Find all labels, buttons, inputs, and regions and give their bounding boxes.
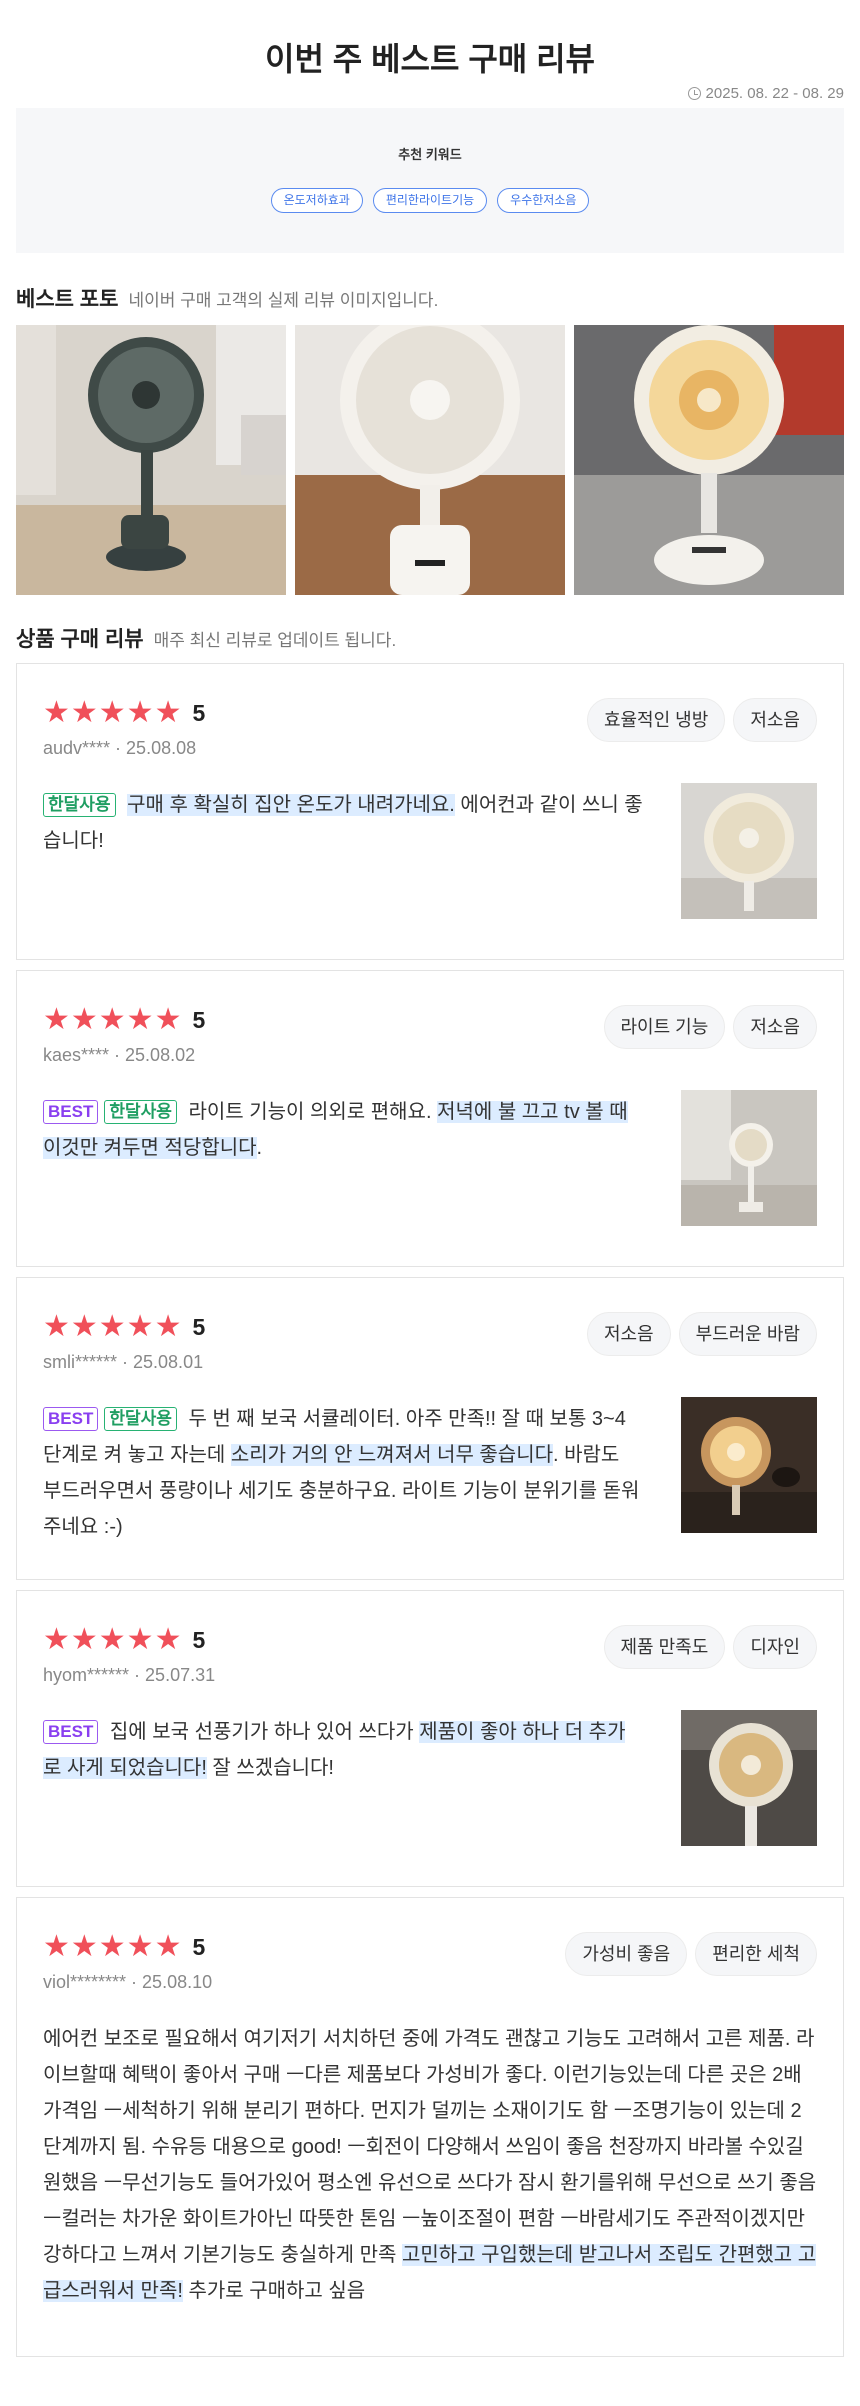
rating-score: 5	[192, 1626, 206, 1653]
review-section-header: 상품 구매 리뷰 매주 최신 리뷰로 업데이트 됩니다.	[16, 623, 844, 653]
review-tags: 가성비 좋음 편리한 세척	[565, 1932, 817, 1976]
page-title: 이번 주 베스트 구매 리뷰	[265, 41, 595, 77]
month-use-badge: 한달사용	[104, 1407, 177, 1431]
star-rating-icon: ★★★★★	[43, 1623, 183, 1656]
star-rating-icon: ★★★★★	[43, 1003, 183, 1036]
best-photo-list	[16, 325, 844, 595]
rating-score: 5	[192, 1933, 206, 1960]
review-text-rest: .	[256, 1137, 263, 1159]
keyword-tag[interactable]: 온도저하효과	[270, 188, 363, 213]
review-text-rest: 잘 쓰겠습니다!	[206, 1757, 334, 1779]
review-highlight: 소리가 거의 안 느껴져서 너무 좋습니다	[230, 1444, 554, 1466]
review-thumbnail[interactable]	[681, 783, 817, 919]
review-tag: 라이트 기능	[603, 1005, 726, 1049]
best-photo-subtitle: 네이버 구매 고객의 실제 리뷰 이미지입니다.	[128, 291, 439, 310]
best-badge: BEST	[43, 1100, 99, 1124]
review-tags: 저소음 부드러운 바람	[586, 1312, 817, 1356]
review-meta: smli****** · 25.08.01	[43, 1352, 204, 1372]
clock-icon	[687, 86, 701, 100]
review-thumbnail[interactable]	[681, 1710, 817, 1846]
review-meta: audv**** · 25.08.08	[43, 738, 197, 758]
review-section-subtitle: 매주 최신 리뷰로 업데이트 됩니다.	[153, 631, 397, 650]
best-badge: BEST	[43, 1720, 99, 1744]
review-text: BEST 한달사용 라이트 기능이 의외로 편해요. 저녁에 불 끄고 tv 볼 …	[43, 1094, 643, 1226]
review-card: ★★★★★ 5 audv**** · 25.08.08 효율적인 냉방 저소음 …	[16, 663, 844, 960]
review-tag: 디자인	[733, 1625, 817, 1669]
keyword-tags: 온도저하효과 편리한라이트기능 우수한저소음	[270, 188, 590, 213]
review-text-pre: 에어컨 보조로 필요해서 여기저기 서치하던 중에 가격도 괜찮고 기능도 고려…	[43, 2028, 817, 2266]
review-tags: 라이트 기능 저소음	[603, 1005, 817, 1049]
review-tag: 편리한 세척	[695, 1932, 817, 1976]
star-rating-icon: ★★★★★	[43, 696, 183, 729]
review-thumbnail[interactable]	[681, 1090, 817, 1226]
review-tag: 부드러운 바람	[678, 1312, 817, 1356]
keyword-box: 추천 키워드 온도저하효과 편리한라이트기능 우수한저소음	[16, 108, 844, 253]
review-tag: 제품 만족도	[603, 1625, 726, 1669]
review-tag: 효율적인 냉방	[586, 698, 726, 742]
keyword-tag[interactable]: 우수한저소음	[497, 188, 590, 213]
review-text: BEST 집에 보국 선풍기가 하나 있어 쓰다가 제품이 좋아 하나 더 추가…	[43, 1714, 643, 1846]
review-card: ★★★★★ 5 kaes**** · 25.08.02 라이트 기능 저소음 B…	[16, 970, 844, 1267]
month-use-badge: 한달사용	[104, 1100, 177, 1124]
review-text: BEST 한달사용 두 번 째 보국 서큘레이터. 아주 만족!! 잘 때 보통 …	[43, 1401, 643, 1545]
rating-score: 5	[192, 1006, 206, 1033]
best-photo-title: 베스트 포토	[16, 288, 119, 311]
review-section-title: 상품 구매 리뷰	[16, 628, 144, 651]
month-use-badge: 한달사용	[43, 793, 116, 817]
best-photo-white-fan[interactable]	[295, 325, 565, 595]
keyword-title: 추천 키워드	[398, 147, 462, 162]
review-text: 에어컨 보조로 필요해서 여기저기 서치하던 중에 가격도 괜찮고 기능도 고려…	[43, 2021, 817, 2309]
review-card: ★★★★★ 5 hyom****** · 25.07.31 제품 만족도 디자인…	[16, 1590, 844, 1887]
page: 이번 주 베스트 구매 리뷰 2025. 08. 22 - 08. 29 추천 …	[0, 0, 860, 2357]
review-card: ★★★★★ 5 viol******** · 25.08.10 가성비 좋음 편…	[16, 1897, 844, 2357]
review-meta: viol******** · 25.08.10	[43, 1972, 213, 1992]
best-photo-dark-fan[interactable]	[16, 325, 286, 595]
review-card: ★★★★★ 5 smli****** · 25.08.01 저소음 부드러운 바…	[16, 1277, 844, 1580]
review-tag: 저소음	[586, 1312, 671, 1356]
best-photo-glowing-fan[interactable]	[574, 325, 844, 595]
rating-score: 5	[192, 1313, 206, 1340]
review-tags: 효율적인 냉방 저소음	[586, 698, 817, 742]
review-meta: kaes**** · 25.08.02	[43, 1045, 196, 1065]
review-text-pre: 라이트 기능이 의외로 편해요.	[188, 1101, 438, 1123]
review-tag: 저소음	[733, 698, 817, 742]
review-thumbnail[interactable]	[681, 1397, 817, 1533]
review-tags: 제품 만족도 디자인	[603, 1625, 817, 1669]
period-range: 2025. 08. 22 - 08. 29	[16, 80, 844, 106]
star-rating-icon: ★★★★★	[43, 1930, 183, 1963]
best-badge: BEST	[43, 1407, 99, 1431]
best-photo-header: 베스트 포토 네이버 구매 고객의 실제 리뷰 이미지입니다.	[16, 283, 844, 317]
star-rating-icon: ★★★★★	[43, 1310, 183, 1343]
review-text: 한달사용 구매 후 확실히 집안 온도가 내려가네요. 에어컨과 같이 쓰니 좋…	[43, 787, 643, 919]
period-text: 2025. 08. 22 - 08. 29	[705, 84, 844, 102]
review-text-rest: 추가로 구매하고 싶음	[182, 2280, 366, 2302]
review-tag: 가성비 좋음	[565, 1932, 688, 1976]
review-meta: hyom****** · 25.07.31	[43, 1665, 216, 1685]
review-tag: 저소음	[733, 1005, 817, 1049]
review-highlight: 구매 후 확실히 집안 온도가 내려가네요.	[127, 794, 455, 816]
keyword-tag[interactable]: 편리한라이트기능	[372, 188, 488, 213]
review-text-pre: 집에 보국 선풍기가 하나 있어 쓰다가	[109, 1721, 420, 1743]
rating-score: 5	[192, 699, 206, 726]
